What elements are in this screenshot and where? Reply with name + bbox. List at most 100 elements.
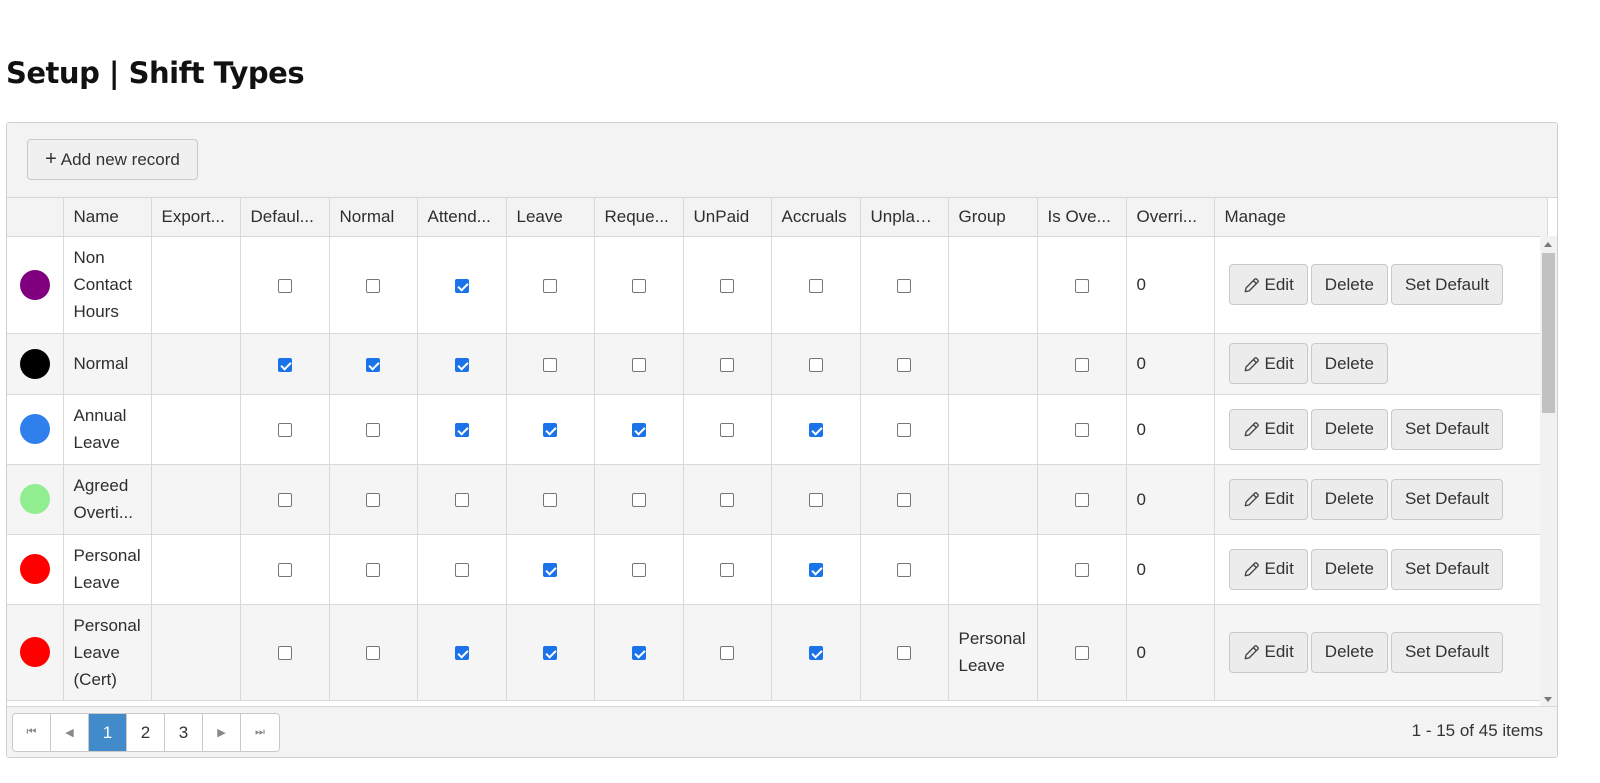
is_overtime-checkbox[interactable] (1074, 646, 1089, 661)
leave-checkbox[interactable] (543, 493, 557, 508)
accruals-checkbox[interactable] (808, 423, 823, 438)
scroll-up-arrow-icon[interactable] (1544, 242, 1552, 247)
unpaid-checkbox[interactable] (720, 563, 734, 578)
is_overtime-checkbox[interactable] (1074, 493, 1089, 508)
request-checkbox[interactable] (631, 423, 646, 438)
request-checkbox[interactable] (631, 563, 646, 578)
normal-checkbox[interactable] (366, 646, 380, 661)
edit-button[interactable]: Edit (1228, 408, 1308, 450)
delete-button[interactable]: Delete (1310, 264, 1388, 305)
table-row: Personal Leave 0 Edit Delete Set Default (7, 534, 1548, 605)
accruals-checkbox[interactable] (808, 357, 823, 372)
default-checkbox[interactable] (277, 278, 292, 293)
set-default-button[interactable]: Set Default (1390, 478, 1504, 520)
column-header[interactable]: Group (948, 198, 1038, 237)
unpaid-checkbox[interactable] (720, 278, 734, 293)
column-header[interactable]: Export... (151, 198, 241, 237)
unpaid-checkbox[interactable] (720, 423, 734, 438)
unplanned-checkbox[interactable] (897, 278, 911, 293)
column-header[interactable]: Attend... (417, 198, 507, 237)
scroll-down-arrow-icon[interactable] (1544, 697, 1552, 702)
leave-checkbox[interactable] (543, 646, 557, 661)
is_overtime-checkbox[interactable] (1074, 357, 1089, 372)
column-header[interactable]: Name (63, 198, 152, 237)
unpaid-checkbox[interactable] (720, 357, 734, 372)
accruals-checkbox[interactable] (808, 493, 823, 508)
manage-cell: Edit Delete Set Default (1214, 604, 1548, 701)
request-checkbox[interactable] (631, 493, 646, 508)
attendance-checkbox[interactable] (454, 646, 469, 661)
first-page-button[interactable]: ⏮ (13, 714, 51, 751)
request-checkbox[interactable] (631, 278, 646, 293)
edit-button[interactable]: Edit (1228, 343, 1308, 384)
column-header[interactable]: Overri... (1126, 198, 1215, 237)
normal-checkbox[interactable] (366, 357, 380, 372)
delete-button[interactable]: Delete (1310, 343, 1388, 384)
edit-button[interactable]: Edit (1228, 478, 1308, 520)
next-page-button[interactable]: ▶ (203, 714, 241, 751)
unpaid-checkbox[interactable] (720, 646, 734, 661)
set-default-button[interactable]: Set Default (1390, 548, 1504, 590)
set-default-button[interactable]: Set Default (1390, 264, 1504, 305)
default-checkbox[interactable] (277, 357, 292, 372)
is_overtime-checkbox[interactable] (1074, 423, 1089, 438)
add-new-record-button[interactable]: + Add new record (27, 139, 198, 180)
normal-checkbox[interactable] (366, 563, 380, 578)
previous-page-button[interactable]: ◀ (51, 714, 89, 751)
edit-button[interactable]: Edit (1228, 631, 1308, 673)
accruals-checkbox[interactable] (808, 563, 823, 578)
column-header[interactable]: Is Ove... (1037, 198, 1127, 237)
is_overtime-checkbox[interactable] (1074, 278, 1089, 293)
scroll-thumb[interactable] (1542, 253, 1555, 413)
accruals-checkbox[interactable] (808, 646, 823, 661)
column-header[interactable]: Unplan... (860, 198, 949, 237)
unplanned-checkbox[interactable] (897, 357, 911, 372)
normal-checkbox[interactable] (366, 278, 380, 293)
attendance-checkbox[interactable] (454, 493, 469, 508)
manage-cell: Edit Delete Set Default (1214, 236, 1548, 334)
is_overtime-checkbox[interactable] (1074, 563, 1089, 578)
leave-checkbox[interactable] (543, 423, 557, 438)
default-checkbox[interactable] (277, 563, 292, 578)
default-checkbox[interactable] (277, 646, 292, 661)
accruals-checkbox[interactable] (808, 278, 823, 293)
normal-checkbox[interactable] (366, 493, 380, 508)
column-header[interactable]: Defaul... (240, 198, 330, 237)
unplanned-checkbox[interactable] (897, 646, 911, 661)
unpaid-checkbox[interactable] (720, 493, 734, 508)
last-page-button[interactable]: ⏭ (241, 714, 279, 751)
default-checkbox[interactable] (277, 423, 292, 438)
set-default-button[interactable]: Set Default (1390, 408, 1504, 450)
request-checkbox[interactable] (631, 357, 646, 372)
leave-checkbox[interactable] (543, 278, 557, 293)
request-checkbox[interactable] (631, 646, 646, 661)
page-2-button[interactable]: 2 (127, 714, 165, 751)
unplanned-checkbox[interactable] (897, 563, 911, 578)
attendance-checkbox[interactable] (454, 563, 469, 578)
vertical-scrollbar[interactable] (1540, 236, 1557, 708)
set-default-button[interactable]: Set Default (1390, 631, 1504, 673)
attendance-checkbox[interactable] (454, 357, 469, 372)
unplanned-checkbox[interactable] (897, 493, 911, 508)
delete-button[interactable]: Delete (1310, 548, 1388, 590)
column-header[interactable]: Reque... (594, 198, 684, 237)
column-header[interactable]: Normal (329, 198, 418, 237)
page-1-button[interactable]: 1 (89, 714, 127, 751)
delete-button[interactable]: Delete (1310, 478, 1388, 520)
column-header[interactable]: Manage (1214, 198, 1548, 237)
unplanned-checkbox[interactable] (897, 423, 911, 438)
normal-checkbox[interactable] (366, 423, 380, 438)
delete-button[interactable]: Delete (1310, 408, 1388, 450)
column-header[interactable]: UnPaid (683, 198, 772, 237)
delete-button[interactable]: Delete (1310, 631, 1388, 673)
column-header[interactable]: Accruals (771, 198, 861, 237)
column-header[interactable]: Leave (506, 198, 595, 237)
leave-checkbox[interactable] (543, 357, 557, 372)
edit-button[interactable]: Edit (1228, 548, 1308, 590)
default-checkbox[interactable] (277, 493, 292, 508)
attendance-checkbox[interactable] (454, 278, 469, 293)
page-3-button[interactable]: 3 (165, 714, 203, 751)
attendance-checkbox[interactable] (454, 423, 469, 438)
edit-button[interactable]: Edit (1228, 264, 1308, 305)
leave-checkbox[interactable] (543, 563, 557, 578)
